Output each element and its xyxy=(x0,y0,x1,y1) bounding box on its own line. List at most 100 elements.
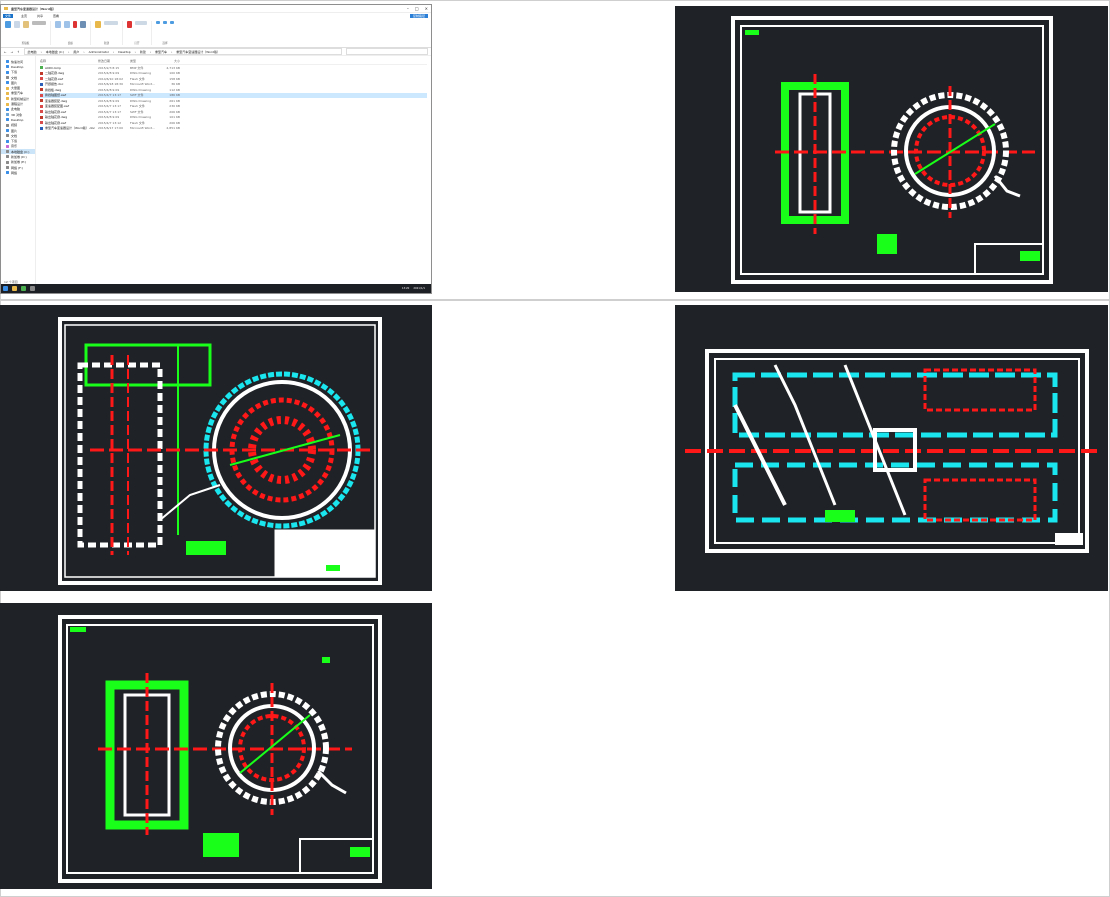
file-type: DWG Drawing xyxy=(130,98,152,103)
file-name: 重型汽车变速器设计（Word版）.doc xyxy=(45,126,96,131)
sidebar-item-label: 大量图 xyxy=(11,86,21,91)
close-icon[interactable]: × xyxy=(425,6,428,12)
sidebar-item-label: 下载 xyxy=(11,139,18,144)
rename-icon[interactable] xyxy=(80,21,86,28)
folder-icon xyxy=(6,97,9,101)
select-all-icon[interactable] xyxy=(156,21,160,24)
new-folder-icon[interactable] xyxy=(95,21,101,28)
column-headers: 名称 修改日期 类型 大小 xyxy=(40,58,427,65)
title-bar: 重型汽车变速器设计（Word版） – □ × xyxy=(1,5,431,13)
file-icon xyxy=(40,71,43,75)
file-name-cell: 变速器装配.dwg xyxy=(40,99,98,103)
breadcrumb[interactable]: 新建 xyxy=(140,50,146,54)
folder-icon xyxy=(6,76,9,80)
file-size: 158 KB xyxy=(169,76,180,81)
column-date[interactable]: 修改日期 xyxy=(98,59,130,63)
properties-icon[interactable] xyxy=(127,21,132,28)
back-icon[interactable]: ← xyxy=(4,50,7,54)
open-icon[interactable] xyxy=(135,21,147,25)
breadcrumb[interactable]: 重型汽车变速器设计（Word版） xyxy=(176,50,220,54)
folder-icon xyxy=(6,91,9,95)
item-count: 12 个项目 xyxy=(4,279,18,284)
new-item-icon[interactable] xyxy=(104,21,118,25)
copyto-icon[interactable] xyxy=(64,21,70,28)
file-date: 2015/4/8 9:09 xyxy=(98,98,120,103)
sidebar-item-label: 下载 xyxy=(11,70,18,75)
file-date: 2015/4/7 13:17 xyxy=(98,104,122,109)
file-name-cell: 输出轴花键.swf xyxy=(40,121,98,125)
sidebar-item-label: 音乐 xyxy=(11,144,18,149)
file-size: 2,851 KB xyxy=(166,126,180,131)
file-icon xyxy=(40,77,43,81)
sidebar-item-label: 本地磁盘 (C:) xyxy=(11,149,30,154)
column-size[interactable]: 大小 xyxy=(160,59,180,63)
callout-line xyxy=(159,484,221,521)
ribbon-group-select: 选择 xyxy=(156,21,178,45)
file-type: DWG Drawing xyxy=(130,87,152,92)
file-size: 36 KB xyxy=(171,82,180,87)
address-bar[interactable]: 此电脑 › 本地磁盘 (C:) › 用户 › Administrator › Deskt… xyxy=(23,48,342,55)
file-icon xyxy=(40,66,43,70)
app-taskbar-icon[interactable] xyxy=(30,286,35,291)
table-row[interactable]: 重型汽车变速器设计（Word版）.doc 2015/6/17 17:00 Micro… xyxy=(40,126,427,132)
file-name-cell: 重型汽车变速器设计（Word版）.doc xyxy=(40,126,98,130)
sidebar-item-label: 图片 xyxy=(11,80,18,85)
maximize-icon[interactable]: □ xyxy=(415,6,419,12)
part-tag-green xyxy=(825,510,855,522)
search-input[interactable] xyxy=(346,48,428,55)
folder-icon xyxy=(6,70,9,74)
tab-view[interactable]: 查看 xyxy=(51,14,61,18)
file-name-cell: 二轴花键.swf xyxy=(40,77,98,81)
move-icon[interactable] xyxy=(55,21,61,28)
file-icon xyxy=(40,115,43,119)
window-title: 重型汽车变速器设计（Word版） xyxy=(11,6,56,11)
file-type: SWF 文件 xyxy=(130,109,144,114)
file-name: 输出轴花键.swf xyxy=(45,109,67,114)
copy-icon[interactable] xyxy=(14,21,20,28)
up-icon[interactable]: ↑ xyxy=(17,50,20,54)
gear-set-lower xyxy=(923,478,1037,522)
pin-icon[interactable] xyxy=(5,21,11,28)
folder-icon xyxy=(6,118,9,122)
breadcrumb[interactable]: 此电脑 xyxy=(28,50,37,54)
sidebar-item-label: 此电脑 xyxy=(11,107,21,112)
folder-icon xyxy=(6,144,9,148)
file-name-cell: 开题报告.doc xyxy=(40,82,98,86)
column-name[interactable]: 名称 xyxy=(40,59,98,63)
file-icon xyxy=(40,93,43,97)
folder-icon xyxy=(6,139,9,143)
file-type: Flash 文件 xyxy=(130,104,145,109)
paste-icon[interactable] xyxy=(23,21,29,28)
tab-home[interactable]: 主页 xyxy=(19,14,29,18)
file-icon xyxy=(40,126,43,130)
callout-line xyxy=(993,175,1021,198)
file-date: 2015/6/18 18:30 xyxy=(98,82,123,87)
title-block-stamp xyxy=(350,847,370,857)
cad-drawing-canvas xyxy=(58,615,382,883)
minimize-icon[interactable]: – xyxy=(407,6,409,12)
file-size: 261 KB xyxy=(169,98,180,103)
forward-icon[interactable]: → xyxy=(11,50,14,54)
browser-taskbar-icon[interactable] xyxy=(21,286,26,291)
select-none-icon[interactable] xyxy=(163,21,167,24)
cut-icon[interactable] xyxy=(32,21,46,25)
column-type[interactable]: 类型 xyxy=(130,59,160,63)
file-name: 换挡板.dwg xyxy=(45,87,62,92)
start-icon[interactable] xyxy=(3,286,8,291)
breadcrumb[interactable]: 本地磁盘 (C:) xyxy=(46,50,64,54)
breadcrumb[interactable]: Administrator xyxy=(89,50,109,54)
sidebar-item-label: 图片 xyxy=(11,128,18,133)
breadcrumb[interactable]: 重型汽车 xyxy=(155,50,167,54)
tab-file[interactable]: 文件 xyxy=(3,14,14,18)
file-icon xyxy=(40,110,43,114)
file-size: 206 KB xyxy=(169,120,180,125)
tab-share[interactable]: 共享 xyxy=(35,14,45,18)
copy-path-button[interactable]: 复制路径 xyxy=(409,14,428,18)
breadcrumb[interactable]: Desktop xyxy=(118,50,130,54)
sidebar-item[interactable]: 网络 xyxy=(1,170,35,175)
delete-icon[interactable] xyxy=(73,21,77,28)
breadcrumb[interactable]: 用户 xyxy=(73,50,79,54)
explorer-taskbar-icon[interactable] xyxy=(12,286,17,291)
cad-drawing-gear-3 xyxy=(0,603,432,889)
invert-selection-icon[interactable] xyxy=(170,21,174,24)
